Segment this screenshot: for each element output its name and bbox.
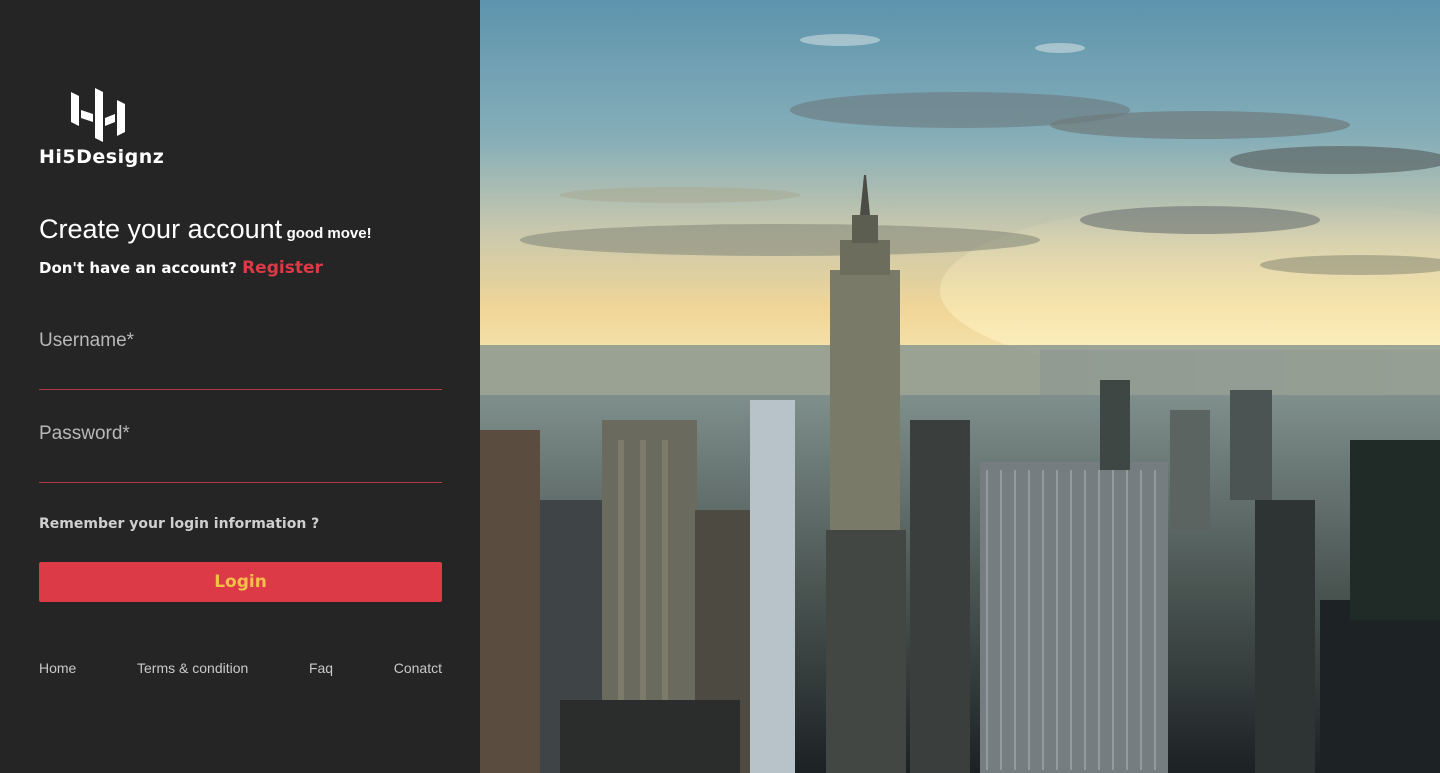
login-button[interactable]: Login	[39, 562, 442, 602]
account-prompt: Don't have an account? Register	[39, 258, 323, 278]
footer-link-terms[interactable]: Terms & condition	[137, 660, 248, 680]
page-title: Create your account good move!	[39, 214, 372, 245]
account-prompt-text: Don't have an account?	[39, 259, 237, 277]
remember-login-link[interactable]: Remember your login information ?	[39, 516, 319, 532]
login-panel: Hi5Designz Create your account good move…	[0, 0, 480, 773]
password-input[interactable]	[39, 447, 442, 481]
brand-logo[interactable]: Hi5Designz	[39, 86, 169, 176]
username-underline	[39, 389, 442, 390]
password-field-group: Password*	[39, 423, 442, 483]
title-suffix: good move!	[286, 225, 372, 242]
hero-image	[480, 0, 1440, 773]
footer-link-contact[interactable]: Conatct	[394, 660, 442, 680]
footer-nav: Home Terms & condition Faq Conatct	[39, 660, 442, 680]
footer-link-home[interactable]: Home	[39, 660, 76, 680]
footer-link-faq[interactable]: Faq	[309, 660, 333, 680]
register-link[interactable]: Register	[242, 258, 323, 278]
username-input[interactable]	[39, 354, 442, 388]
username-field-group: Username*	[39, 330, 442, 390]
brand-name: Hi5Designz	[39, 146, 165, 168]
password-underline	[39, 482, 442, 483]
password-label: Password*	[39, 423, 130, 444]
title-main: Create your account	[39, 214, 283, 244]
hi5-logo-icon	[71, 88, 125, 142]
username-label: Username*	[39, 330, 135, 351]
city-skyline-photo	[480, 0, 1440, 773]
